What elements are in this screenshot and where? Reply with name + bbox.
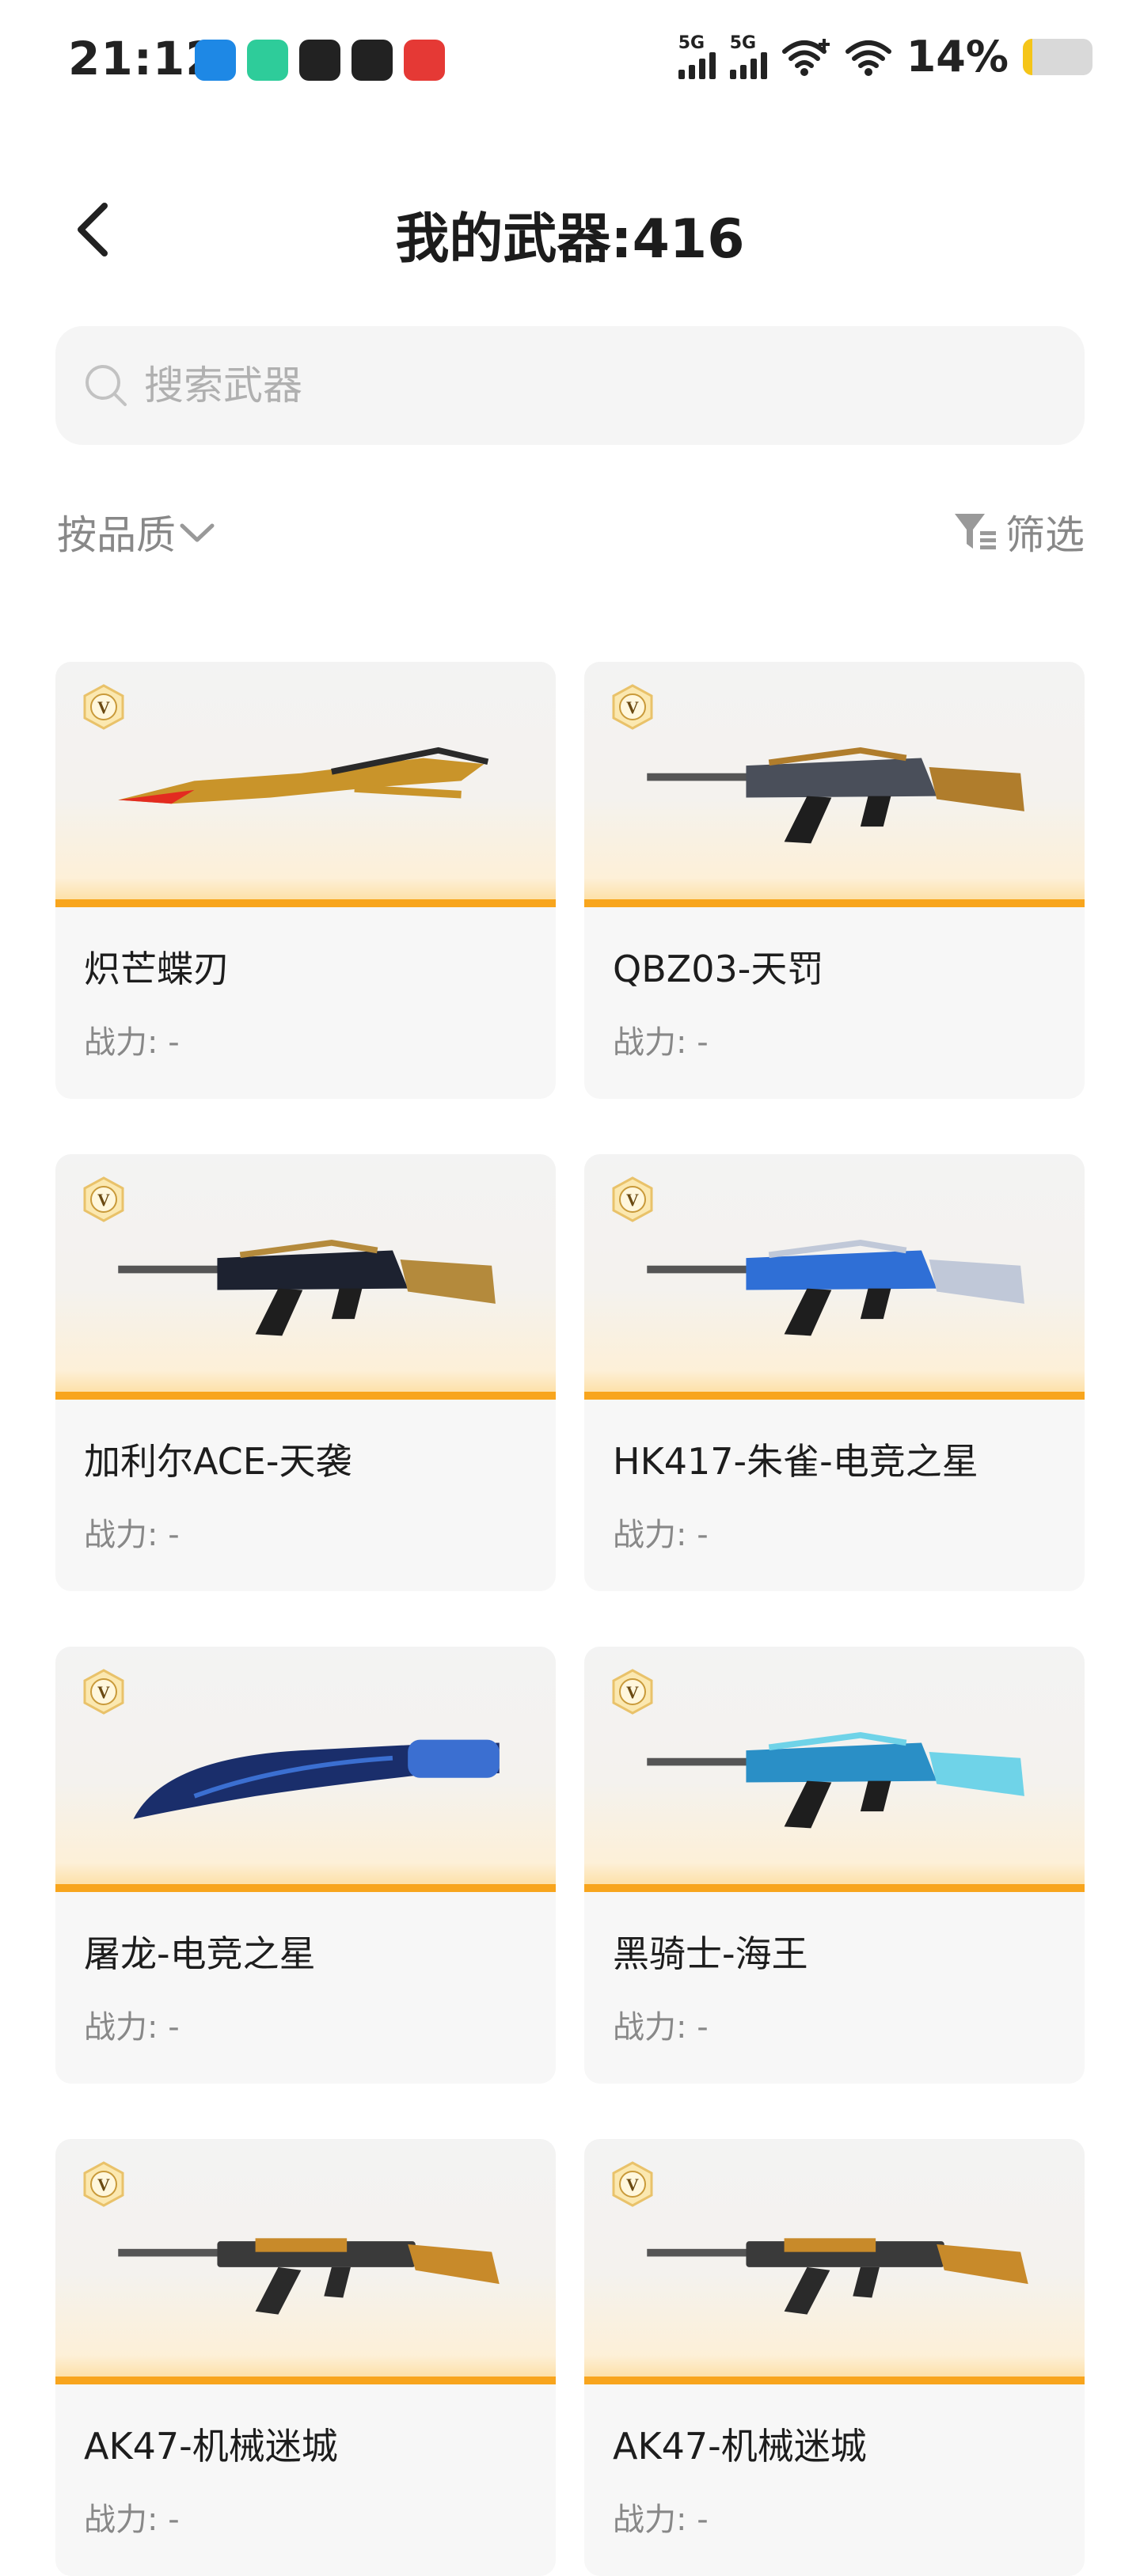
alipay-app-icon <box>299 40 340 81</box>
weapon-power: 战力: - <box>84 1517 180 1553</box>
page-title: 我的武器:416 <box>395 208 745 271</box>
weapon-name: 炽芒蝶刃 <box>84 948 230 990</box>
vip-v-badge-icon: V <box>612 2161 653 2207</box>
status-right: 5G 5G 14% <box>678 32 1092 82</box>
weapon-image-area: V <box>55 1154 556 1400</box>
network-type-label: 5G <box>678 32 705 53</box>
vip-v-badge-icon: V <box>83 1669 124 1715</box>
weapon-power: 战力: - <box>613 1517 709 1553</box>
search-icon <box>86 365 127 406</box>
weapon-name: 黑骑士-海王 <box>613 1932 808 1975</box>
weapon-card[interactable]: V 炽芒蝶刃 战力: - <box>55 662 556 1099</box>
weapon-power: 战力: - <box>84 1024 180 1061</box>
filter-label: 筛选 <box>1005 512 1085 558</box>
svg-text:V: V <box>97 1682 110 1702</box>
vip-v-badge-icon: V <box>83 684 124 730</box>
bird-app-icon <box>352 40 393 81</box>
weapon-image-area: V <box>55 662 556 907</box>
weapon-image <box>647 1731 1024 1829</box>
weapon-image-area: V <box>584 1154 1085 1400</box>
weapon-card[interactable]: V AK47-机械迷城 战力: - <box>55 2139 556 2576</box>
weapon-name: QBZ03-天罚 <box>613 948 824 990</box>
svg-text:V: V <box>626 1682 639 1702</box>
weapon-card[interactable]: V QBZ03-天罚 战力: - <box>584 662 1085 1099</box>
wifi-plus-icon <box>781 38 830 76</box>
vip-v-badge-icon: V <box>83 2161 124 2207</box>
sort-by-quality-dropdown[interactable]: 按品质 <box>57 503 218 560</box>
weapon-power: 战力: - <box>613 1024 709 1061</box>
svg-text:V: V <box>626 1190 639 1210</box>
weapon-image <box>118 1239 496 1336</box>
weapon-image <box>118 747 489 804</box>
svg-text:V: V <box>97 697 110 717</box>
notification-icons <box>195 40 445 81</box>
weapon-image <box>118 2238 500 2315</box>
weapon-grid: V 炽芒蝶刃 战力: - V QBZ03-天罚 战力: - V 加利尔ACE-天… <box>55 662 1085 2576</box>
filter-icon <box>955 514 996 549</box>
weapon-card[interactable]: V 屠龙-电竞之星 战力: - <box>55 1647 556 2084</box>
weapon-power: 战力: - <box>613 2009 709 2046</box>
sort-label: 按品质 <box>57 512 176 558</box>
cell-signal-1-icon: 5G <box>678 32 716 79</box>
weapon-name: 屠龙-电竞之星 <box>84 1932 316 1975</box>
weapon-power: 战力: - <box>84 2009 180 2046</box>
weapon-name: 加利尔ACE-天袭 <box>84 1440 352 1483</box>
vip-v-badge-icon: V <box>612 1669 653 1715</box>
search-input[interactable] <box>142 362 1016 409</box>
filter-button[interactable]: 筛选 <box>953 503 1085 560</box>
svg-text:V: V <box>97 1190 110 1210</box>
weapon-card[interactable]: V HK417-朱雀-电竞之星 战力: - <box>584 1154 1085 1591</box>
svg-text:V: V <box>626 2175 639 2194</box>
weapon-power: 战力: - <box>613 2502 709 2538</box>
battery-percent: 14% <box>906 32 1009 82</box>
weapon-name: AK47-机械迷城 <box>84 2425 338 2468</box>
video-app-icon <box>404 40 445 81</box>
scissors-app-icon <box>195 40 236 81</box>
weapon-image-area: V <box>584 2139 1085 2384</box>
weapon-image <box>647 747 1024 844</box>
weapon-image-area: V <box>584 662 1085 907</box>
weapon-image-area: V <box>55 1647 556 1892</box>
camera-app-icon <box>247 40 288 81</box>
wifi-icon <box>845 40 891 76</box>
svg-text:V: V <box>626 697 639 717</box>
weapon-name: HK417-朱雀-电竞之星 <box>613 1440 978 1483</box>
vip-v-badge-icon: V <box>612 1176 653 1222</box>
cell-signal-2-icon: 5G <box>729 32 767 79</box>
weapon-name: AK47-机械迷城 <box>613 2425 867 2468</box>
weapon-power: 战力: - <box>84 2502 180 2538</box>
weapon-image-area: V <box>584 1647 1085 1892</box>
chevron-down-icon <box>180 523 215 542</box>
weapon-card[interactable]: V AK47-机械迷城 战力: - <box>584 2139 1085 2576</box>
vip-v-badge-icon: V <box>612 684 653 730</box>
search-bar[interactable] <box>55 326 1085 445</box>
weapon-card[interactable]: V 加利尔ACE-天袭 战力: - <box>55 1154 556 1591</box>
weapon-image-area: V <box>55 2139 556 2384</box>
header: 我的武器:416 <box>0 174 1140 285</box>
battery-icon <box>1023 38 1092 75</box>
weapon-image <box>647 1239 1024 1336</box>
status-bar: 21:12 5G 5G 14% <box>0 0 1140 127</box>
weapon-image <box>133 1739 500 1819</box>
weapon-image <box>647 2238 1028 2315</box>
vip-v-badge-icon: V <box>83 1176 124 1222</box>
weapon-card[interactable]: V 黑骑士-海王 战力: - <box>584 1647 1085 2084</box>
network-type-label: 5G <box>729 32 757 53</box>
svg-text:V: V <box>97 2175 110 2194</box>
